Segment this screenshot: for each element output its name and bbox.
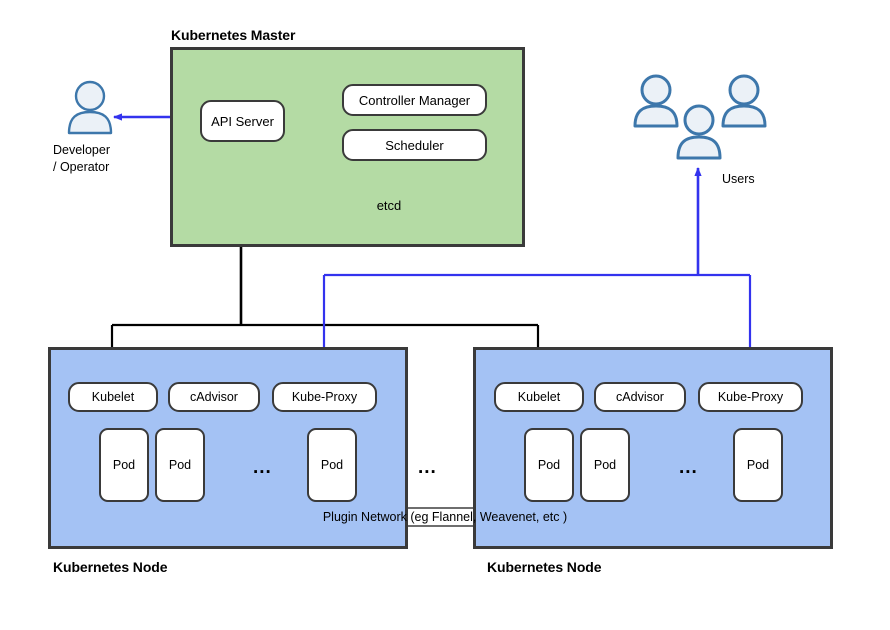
node-2-title: Kubernetes Node <box>487 559 602 575</box>
controller-manager-box[interactable]: Controller Manager <box>342 84 487 116</box>
scheduler-box[interactable]: Scheduler <box>342 129 487 161</box>
developer-label-line1: Developer <box>53 143 110 157</box>
node-1-pod-1[interactable]: Pod <box>99 428 149 502</box>
node-2-pod-1[interactable]: Pod <box>524 428 574 502</box>
node-2-pod-2[interactable]: Pod <box>580 428 630 502</box>
node-1-title: Kubernetes Node <box>53 559 168 575</box>
node-1-kubelet-box[interactable]: Kubelet <box>68 382 158 412</box>
node-1-cadvisor-box[interactable]: cAdvisor <box>168 382 260 412</box>
plugin-network-label: Plugin Network (eg Flannel, Weavenet, et… <box>322 510 568 524</box>
node-2-kubelet-box[interactable]: Kubelet <box>494 382 584 412</box>
node-1-pods-ellipsis: ... <box>253 457 272 478</box>
users-label: Users <box>722 172 755 186</box>
node-1-pod-3[interactable]: Pod <box>307 428 357 502</box>
developer-person-icon <box>67 80 113 135</box>
node-1-pod-2[interactable]: Pod <box>155 428 205 502</box>
etcd-label: etcd <box>376 198 402 213</box>
etcd-datastore[interactable]: etcd <box>273 181 505 230</box>
node-2-cadvisor-box[interactable]: cAdvisor <box>594 382 686 412</box>
diagram-canvas: Kubernetes Master API Server Controller … <box>0 0 890 630</box>
developer-label-line2: / Operator <box>53 160 110 174</box>
master-title: Kubernetes Master <box>171 27 296 43</box>
node-2-pods-ellipsis: ... <box>679 457 698 478</box>
users-group-icon <box>633 74 767 160</box>
api-server-box[interactable]: API Server <box>200 100 285 142</box>
node-1-kube-proxy-box[interactable]: Kube-Proxy <box>272 382 377 412</box>
node-2-pod-3[interactable]: Pod <box>733 428 783 502</box>
node-2-kube-proxy-box[interactable]: Kube-Proxy <box>698 382 803 412</box>
nodes-ellipsis: ... <box>418 457 437 478</box>
